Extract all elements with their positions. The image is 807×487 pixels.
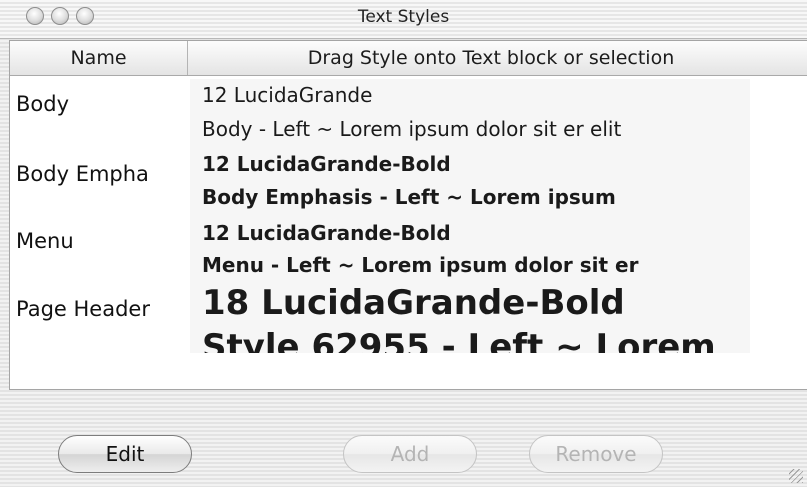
- window-title: Text Styles: [357, 7, 450, 27]
- style-preview-text: Body - Left ~ Lorem ipsum dolor sit er e…: [202, 117, 622, 141]
- style-row-body[interactable]: Body 12 LucidaGrande Body - Left ~ Lorem…: [10, 79, 800, 149]
- style-name: Page Header: [16, 297, 150, 321]
- style-preview-text: Menu - Left ~ Lorem ipsum dolor sit er: [202, 253, 639, 277]
- style-sample[interactable]: 18 LucidaGrande-Bold Style 62955 - Left …: [190, 285, 750, 353]
- title-bar: Text Styles: [0, 0, 807, 39]
- add-button[interactable]: Add: [343, 435, 477, 473]
- style-font-label: 12 LucidaGrande-Bold: [202, 221, 451, 245]
- style-row-body-emphasis[interactable]: Body Empha 12 LucidaGrande-Bold Body Emp…: [10, 149, 800, 219]
- style-sample[interactable]: 12 LucidaGrande Body - Left ~ Lorem ipsu…: [190, 79, 750, 149]
- column-header: Name Drag Style onto Text block or selec…: [10, 41, 807, 76]
- style-row-menu[interactable]: Menu 12 LucidaGrande-Bold Menu - Left ~ …: [10, 219, 800, 285]
- style-font-label: 18 LucidaGrande-Bold: [202, 285, 625, 323]
- resize-grip[interactable]: [789, 469, 803, 483]
- style-name: Menu: [16, 229, 74, 253]
- style-preview-text: Style 62955 - Left ~ Lorem: [202, 327, 716, 353]
- remove-button[interactable]: Remove: [529, 435, 663, 473]
- styles-list[interactable]: Name Drag Style onto Text block or selec…: [9, 40, 807, 390]
- style-name: Body: [16, 92, 70, 116]
- style-font-label: 12 LucidaGrande-Bold: [202, 152, 451, 176]
- style-name: Body Empha: [16, 162, 149, 186]
- column-header-drag[interactable]: Drag Style onto Text block or selection: [188, 41, 794, 75]
- style-sample[interactable]: 12 LucidaGrande-Bold Body Emphasis - Lef…: [190, 149, 750, 219]
- style-row-page-header[interactable]: Page Header 18 LucidaGrande-Bold Style 6…: [10, 285, 800, 353]
- edit-button[interactable]: Edit: [58, 435, 192, 473]
- style-preview-text: Body Emphasis - Left ~ Lorem ipsum: [202, 185, 616, 209]
- column-header-name[interactable]: Name: [10, 41, 188, 75]
- style-sample[interactable]: 12 LucidaGrande-Bold Menu - Left ~ Lorem…: [190, 219, 750, 285]
- style-font-label: 12 LucidaGrande: [202, 83, 373, 107]
